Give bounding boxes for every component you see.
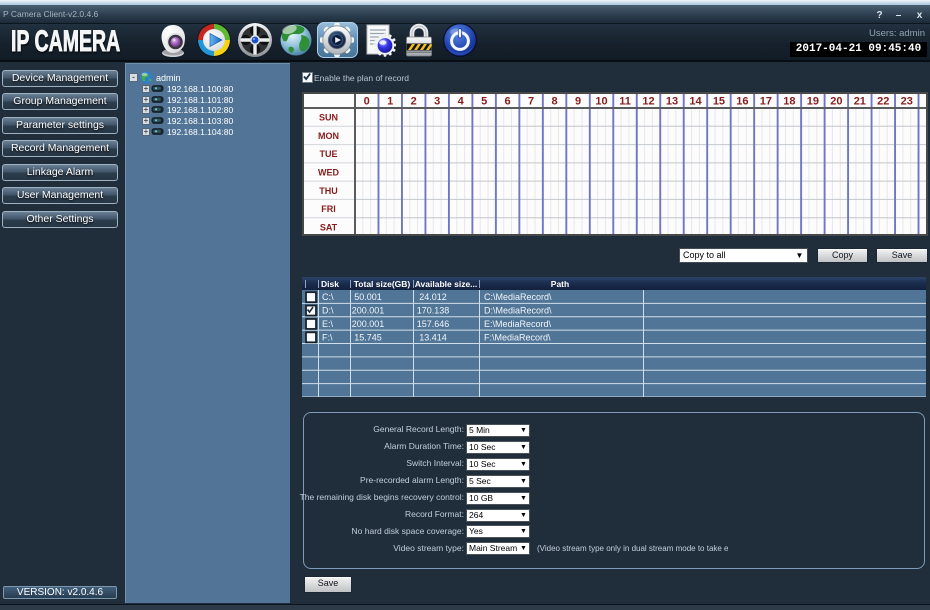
svg-text:9: 9: [575, 96, 581, 108]
svg-text:13: 13: [666, 96, 678, 108]
svg-text:D:\: D:\: [322, 306, 334, 316]
svg-text:0: 0: [364, 96, 370, 108]
svg-text:200.001: 200.001: [352, 319, 385, 329]
svg-text:SUN: SUN: [319, 113, 338, 123]
svg-text:14: 14: [689, 96, 702, 108]
svg-text:C:\: C:\: [322, 292, 334, 302]
svg-text:18: 18: [783, 96, 795, 108]
svg-text:12: 12: [642, 96, 654, 108]
svg-text:C:\MediaRecord\: C:\MediaRecord\: [484, 292, 552, 302]
svg-text:TUE: TUE: [320, 149, 338, 159]
svg-text:23: 23: [901, 96, 913, 108]
svg-text:15.745: 15.745: [354, 332, 382, 342]
svg-text:F:\: F:\: [322, 332, 333, 342]
svg-text:MON: MON: [318, 131, 339, 141]
svg-text:1: 1: [387, 96, 393, 108]
svg-text:SAT: SAT: [320, 222, 338, 232]
svg-text:D:\MediaRecord\: D:\MediaRecord\: [484, 306, 552, 316]
svg-text:17: 17: [760, 96, 772, 108]
svg-text:3: 3: [434, 96, 440, 108]
svg-text:Available size...: Available size...: [415, 279, 478, 289]
svg-text:13.414: 13.414: [419, 332, 447, 342]
svg-text:E:\: E:\: [322, 319, 334, 329]
svg-text:170.138: 170.138: [417, 306, 450, 316]
svg-text:8: 8: [552, 96, 558, 108]
svg-text:22: 22: [877, 96, 889, 108]
svg-text:Disk: Disk: [321, 279, 339, 289]
svg-text:21: 21: [854, 96, 866, 108]
svg-text:16: 16: [736, 96, 748, 108]
svg-text:24.012: 24.012: [419, 292, 447, 302]
svg-text:Total size(GB): Total size(GB): [354, 279, 411, 289]
svg-text:20: 20: [830, 96, 842, 108]
svg-text:157.646: 157.646: [417, 319, 450, 329]
svg-text:2: 2: [411, 96, 417, 108]
svg-text:19: 19: [807, 96, 819, 108]
svg-text:5: 5: [481, 96, 487, 108]
svg-text:15: 15: [713, 96, 725, 108]
svg-text:10: 10: [595, 96, 607, 108]
svg-text:Path: Path: [551, 279, 569, 289]
svg-text:50.001: 50.001: [354, 292, 382, 302]
svg-text:THU: THU: [319, 186, 338, 196]
svg-text:11: 11: [619, 96, 631, 108]
svg-text:WED: WED: [318, 168, 339, 178]
svg-text:200.001: 200.001: [352, 306, 385, 316]
svg-text:FRI: FRI: [321, 204, 336, 214]
svg-text:4: 4: [458, 96, 465, 108]
svg-text:7: 7: [528, 96, 534, 108]
svg-text:E:\MediaRecord\: E:\MediaRecord\: [484, 319, 552, 329]
svg-text:6: 6: [505, 96, 511, 108]
svg-text:F:\MediaRecord\: F:\MediaRecord\: [484, 332, 551, 342]
